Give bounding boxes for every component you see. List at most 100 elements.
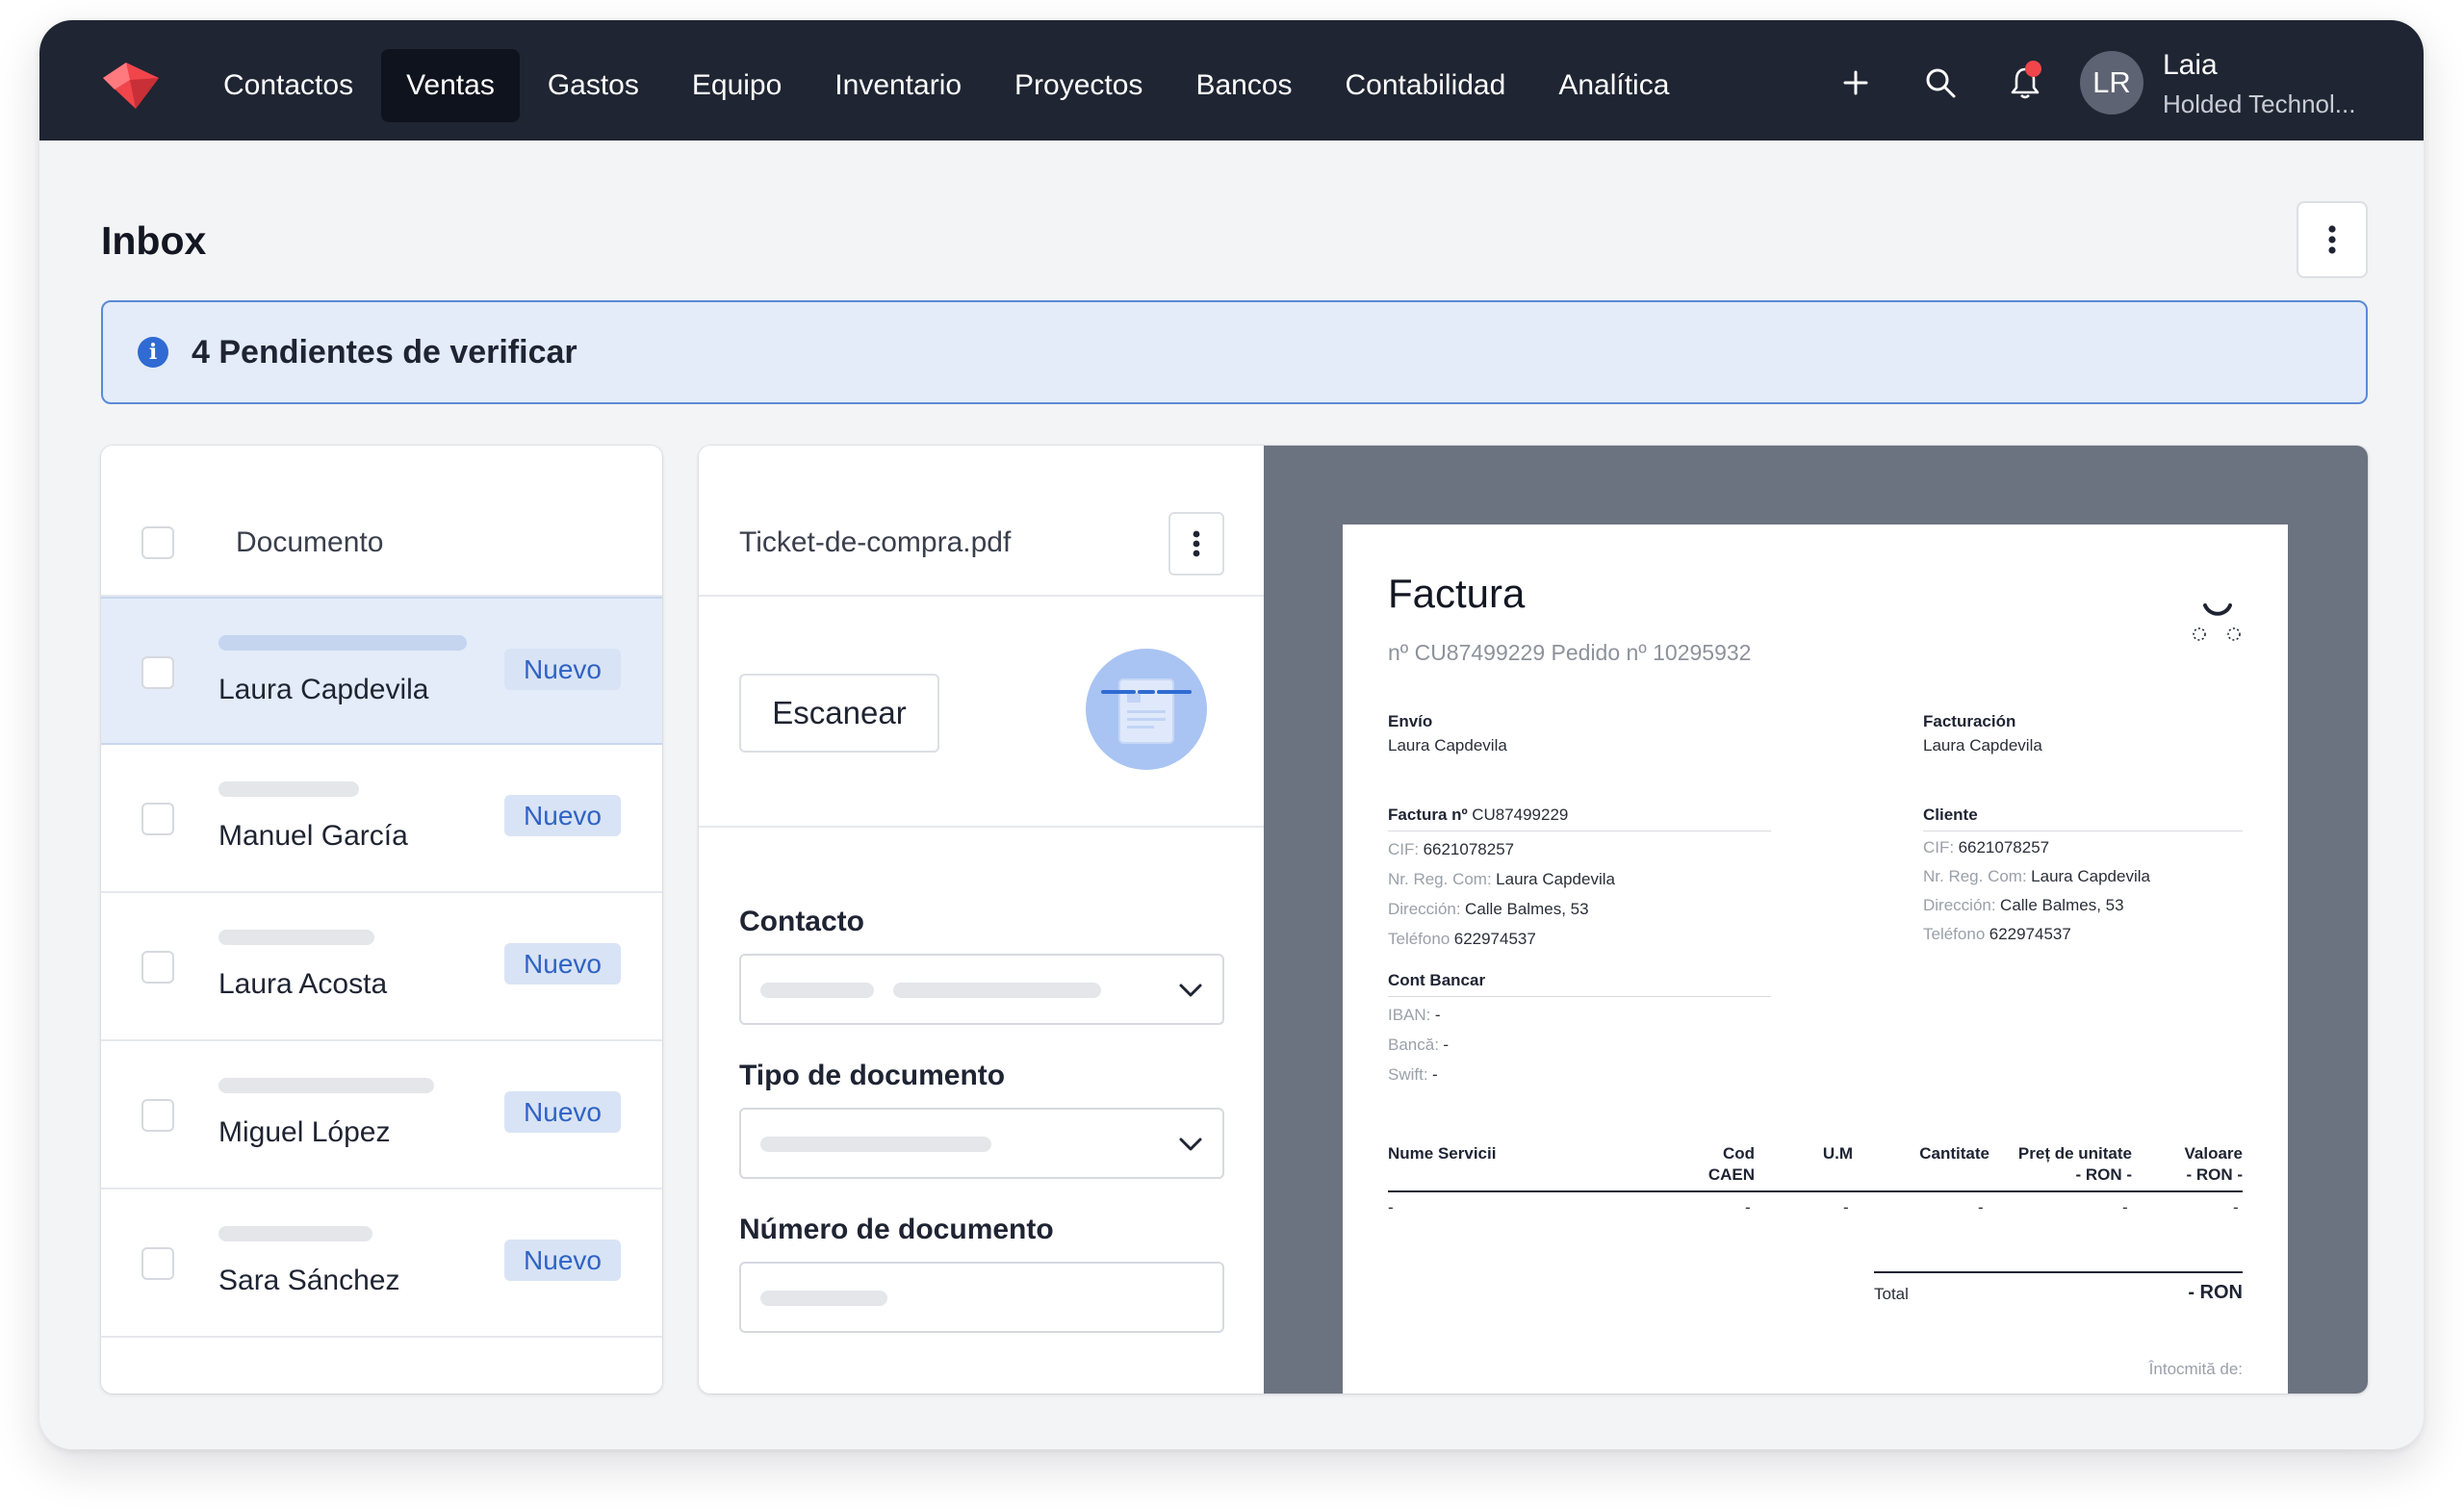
row-name: Laura Capdevila <box>218 674 429 705</box>
nav-item-bancos[interactable]: Bancos <box>1170 49 1317 122</box>
row-name: Miguel López <box>218 1116 391 1148</box>
document-list: Documento Laura Capdevila Nuevo Manuel G… <box>101 446 662 1394</box>
nav-item-contactos[interactable]: Contactos <box>198 49 378 122</box>
field-key: Nr. Reg. Com: <box>1923 867 2027 885</box>
plus-icon[interactable] <box>1830 57 1882 109</box>
doc-number-input[interactable] <box>739 1262 1224 1333</box>
row-checkbox[interactable] <box>141 951 174 984</box>
list-header-label: Documento <box>236 526 384 558</box>
field-value: - <box>1443 1036 1450 1054</box>
skeleton-bar <box>218 635 467 651</box>
row-name: Laura Acosta <box>218 968 388 1000</box>
column-header-line: Preț de unitate <box>2017 1144 2132 1163</box>
search-icon[interactable] <box>1914 57 1966 109</box>
bell-icon[interactable] <box>1999 57 2051 109</box>
total-divider <box>1874 1271 2243 1273</box>
left-field: CIF: 6621078257 <box>1388 840 1514 859</box>
contact-select[interactable] <box>739 954 1224 1025</box>
nav-item-analitica[interactable]: Analítica <box>1533 49 1694 122</box>
doc-type-label: Tipo de documento <box>739 1060 1006 1091</box>
invoice-title: Factura <box>1388 571 1526 616</box>
status-badge: Nuevo <box>504 943 621 985</box>
field-value: 622974537 <box>1453 930 1536 948</box>
field-key: Dirección: <box>1923 896 1996 914</box>
shipping-name: Laura Capdevila <box>1388 736 1507 754</box>
avatar[interactable]: LR <box>2080 51 2143 115</box>
field-key: Dirección: <box>1388 900 1461 918</box>
right-field: Dirección: Calle Balmes, 53 <box>1923 896 2124 915</box>
prepared-by-label: Întocmită de: <box>2148 1360 2243 1378</box>
nav-item-ventas[interactable]: Ventas <box>381 49 520 122</box>
nav-item-inventario[interactable]: Inventario <box>809 49 987 122</box>
file-options-button[interactable] <box>1168 512 1224 575</box>
column-header-line: CAEN <box>1707 1165 1755 1184</box>
page-title: Inbox <box>101 218 207 263</box>
doc-type-select[interactable] <box>739 1108 1224 1179</box>
field-key: Swift: <box>1388 1065 1428 1084</box>
user-company: Holded Technol... <box>2163 90 2356 118</box>
nav-item-proyectos[interactable]: Proyectos <box>989 49 1168 122</box>
document-preview[interactable]: Factura nº CU87499229 Pedido nº 10295932… <box>1264 446 2368 1394</box>
skeleton-bar <box>893 983 1101 998</box>
column-header-service: Nume Servicii <box>1388 1144 1497 1163</box>
chevron-down-icon <box>1179 984 1202 997</box>
shipping-label: Envío <box>1388 712 1433 730</box>
loading-spinner-icon <box>2193 603 2241 641</box>
status-badge: Nuevo <box>504 649 621 690</box>
table-cell: - <box>1978 1198 1984 1216</box>
list-item[interactable]: Laura Acosta Nuevo <box>101 893 662 1041</box>
left-field: Dirección: Calle Balmes, 53 <box>1388 900 1589 919</box>
info-icon: i <box>138 337 168 368</box>
row-checkbox[interactable] <box>141 1247 174 1280</box>
list-item[interactable]: Laura Capdevila Nuevo <box>101 597 662 745</box>
page-options-button[interactable] <box>2297 201 2368 278</box>
field-value: Laura Capdevila <box>1496 870 1615 888</box>
nav-item-equipo[interactable]: Equipo <box>667 49 807 122</box>
row-checkbox[interactable] <box>141 1099 174 1132</box>
right-field: Teléfono 622974537 <box>1923 925 2071 944</box>
field-key: Bancă: <box>1388 1036 1439 1054</box>
table-divider <box>1388 1190 2243 1192</box>
right-field: CIF: 6621078257 <box>1923 838 2049 857</box>
nav-item-gastos[interactable]: Gastos <box>523 49 664 122</box>
right-field: Nr. Reg. Com: Laura Capdevila <box>1923 867 2150 886</box>
skeleton-bar <box>760 1137 991 1152</box>
left-field: Teléfono 622974537 <box>1388 930 1536 949</box>
select-all-checkbox[interactable] <box>141 526 174 559</box>
nav-actions <box>1830 57 2084 109</box>
field-key: Teléfono <box>1388 930 1450 948</box>
top-navbar: Contactos Ventas Gastos Equipo Inventari… <box>39 20 2424 141</box>
holded-logo-icon[interactable] <box>101 61 161 111</box>
field-key: Teléfono <box>1923 925 1986 943</box>
total-label: Total <box>1874 1285 1909 1303</box>
field-key: CIF: <box>1923 838 1955 857</box>
list-item[interactable]: Sara Sánchez Nuevo <box>101 1189 662 1338</box>
client-label: Cliente <box>1923 806 1978 824</box>
bank-field: Bancă: - <box>1388 1036 1449 1055</box>
table-cell: - <box>2122 1198 2128 1216</box>
user-name[interactable]: Laia <box>2163 49 2218 82</box>
nav-item-contabilidad[interactable]: Contabilidad <box>1321 49 1531 122</box>
column-header-price: Preț de unitate - RON - <box>1997 1143 2132 1186</box>
divider <box>1388 996 1771 997</box>
scan-button[interactable]: Escanear <box>739 674 939 753</box>
column-header-line: Cod <box>1722 1144 1755 1163</box>
row-checkbox[interactable] <box>141 803 174 835</box>
billing-label: Facturación <box>1923 712 2016 730</box>
bank-label: Cont Bancar <box>1388 971 1486 989</box>
bank-field: Swift: - <box>1388 1065 1438 1085</box>
list-item[interactable]: Manuel García Nuevo <box>101 745 662 893</box>
notification-dot <box>2025 61 2041 77</box>
column-header-line: Valoare <box>2184 1144 2244 1163</box>
row-checkbox[interactable] <box>141 656 174 689</box>
document-form: Ticket-de-compra.pdf Escanear Contacto T… <box>699 446 1264 1394</box>
row-name: Sara Sánchez <box>218 1265 400 1296</box>
list-item[interactable]: Miguel López Nuevo <box>101 1041 662 1189</box>
main-nav: Contactos Ventas Gastos Equipo Inventari… <box>198 49 1697 122</box>
table-cell: - <box>1745 1198 1751 1216</box>
skeleton-bar <box>218 1078 434 1093</box>
column-header-um: U.M <box>1822 1144 1853 1163</box>
table-cell: - <box>1843 1198 1849 1216</box>
pending-banner-text: 4 Pendientes de verificar <box>192 333 578 371</box>
invoice-number: Factura nº CU87499229 <box>1388 806 1568 825</box>
